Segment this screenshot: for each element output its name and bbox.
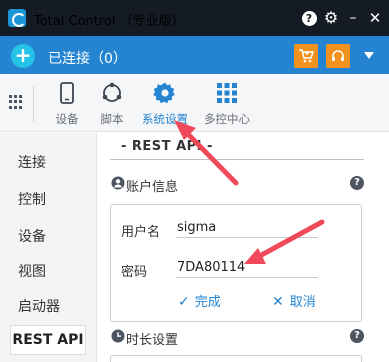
app-title: Total Control （专业版） (34, 14, 185, 29)
support-button[interactable] (326, 44, 350, 68)
add-device-button[interactable]: + (11, 44, 35, 68)
sidebar-item-view[interactable]: 视图 (18, 261, 46, 281)
cross-icon: ✕ (272, 294, 284, 310)
password-field[interactable] (176, 258, 318, 278)
toolbar-multi-control-label: 多控中心 (204, 112, 250, 126)
toolbar-divider (33, 86, 34, 122)
toolbar-settings-label: 系统设置 (142, 112, 188, 126)
title-divider (110, 159, 364, 160)
headset-icon (332, 50, 344, 61)
apps-grid-icon[interactable] (9, 95, 23, 109)
script-icon (102, 82, 122, 102)
confirm-button[interactable]: ✓ 完成 (178, 291, 221, 310)
settings-icon[interactable]: ⚙ (322, 9, 340, 27)
username-field[interactable] (176, 218, 318, 238)
user-icon (111, 176, 125, 190)
gear-icon (153, 82, 175, 104)
sidebar-item-rest-api[interactable]: REST API (10, 325, 86, 355)
check-icon: ✓ (178, 294, 190, 310)
help-button[interactable]: ? (300, 9, 318, 27)
sidebar-item-launcher[interactable]: 启动器 (18, 296, 60, 316)
grid-icon (217, 83, 237, 103)
confirm-label: 完成 (194, 295, 221, 310)
minimize-icon[interactable]: – (344, 9, 362, 27)
username-label: 用户名 (121, 225, 161, 240)
account-info-header: 账户信息 (126, 180, 179, 195)
toolbar-settings[interactable]: 系统设置 (135, 78, 195, 130)
help-icon[interactable]: ? (350, 176, 364, 190)
sidebar-item-device[interactable]: 设备 (18, 226, 46, 246)
cart-button[interactable] (294, 44, 318, 68)
app-logo-icon (8, 9, 26, 27)
cancel-button[interactable]: ✕ 取消 (272, 291, 316, 310)
help-icon[interactable]: ? (350, 329, 364, 343)
sidebar-item-control[interactable]: 控制 (18, 189, 46, 209)
toolbar-script[interactable]: 脚本 (82, 78, 142, 130)
toolbar-multi-control[interactable]: 多控中心 (197, 78, 257, 130)
chevron-down-icon[interactable] (364, 52, 374, 60)
help-icon: ? (301, 11, 317, 26)
connection-status: 已连接（0） (48, 51, 127, 67)
cart-icon (299, 49, 315, 63)
close-icon[interactable]: ✕ (366, 9, 384, 27)
sidebar-item-connect[interactable]: 连接 (18, 152, 46, 172)
cancel-label: 取消 (289, 295, 316, 310)
clock-icon (111, 329, 125, 343)
section-title: - REST API - (121, 139, 213, 154)
password-label: 密码 (121, 265, 148, 280)
toolbar-script-label: 脚本 (100, 112, 124, 126)
duration-form (110, 355, 362, 362)
phone-icon (60, 82, 74, 104)
duration-settings-header: 时长设置 (126, 333, 179, 348)
